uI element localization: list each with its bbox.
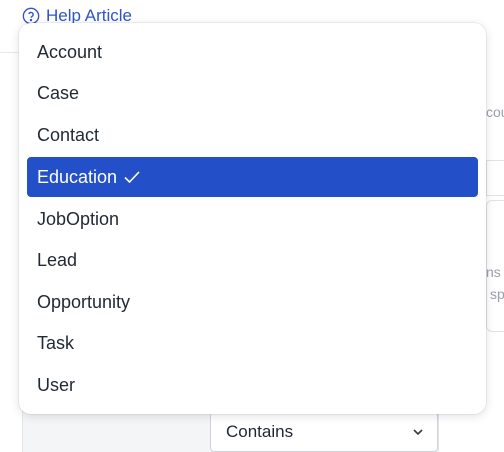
dropdown-option-task[interactable]: Task xyxy=(27,323,478,363)
object-type-dropdown: Account Case Contact Education JobOption… xyxy=(19,23,486,414)
background-text-fragment: ns xyxy=(486,264,501,280)
checkmark-icon xyxy=(124,171,140,184)
dropdown-option-joboption[interactable]: JobOption xyxy=(27,199,478,239)
dropdown-option-opportunity[interactable]: Opportunity xyxy=(27,282,478,322)
dropdown-option-account[interactable]: Account xyxy=(27,32,478,72)
option-label: Contact xyxy=(37,124,100,145)
background-text-fragment: cou xyxy=(486,104,504,120)
dropdown-option-education[interactable]: Education xyxy=(27,157,478,197)
dropdown-option-contact[interactable]: Contact xyxy=(27,115,478,155)
option-label: JobOption xyxy=(37,208,120,229)
dropdown-option-case[interactable]: Case xyxy=(27,73,478,113)
background-text-fragment: sp xyxy=(490,286,504,302)
background-input xyxy=(486,160,504,196)
option-label: Education xyxy=(37,166,118,187)
chevron-down-icon xyxy=(413,429,423,436)
operator-select[interactable]: Contains xyxy=(210,412,438,452)
option-label: Account xyxy=(37,41,103,62)
option-label: Case xyxy=(37,82,80,103)
dropdown-option-user[interactable]: User xyxy=(27,365,478,405)
dropdown-option-lead[interactable]: Lead xyxy=(27,240,478,280)
option-label: Task xyxy=(37,332,75,353)
option-label: User xyxy=(37,374,76,395)
option-label: Lead xyxy=(37,249,78,270)
operator-select-value: Contains xyxy=(226,422,294,441)
option-label: Opportunity xyxy=(37,291,131,312)
